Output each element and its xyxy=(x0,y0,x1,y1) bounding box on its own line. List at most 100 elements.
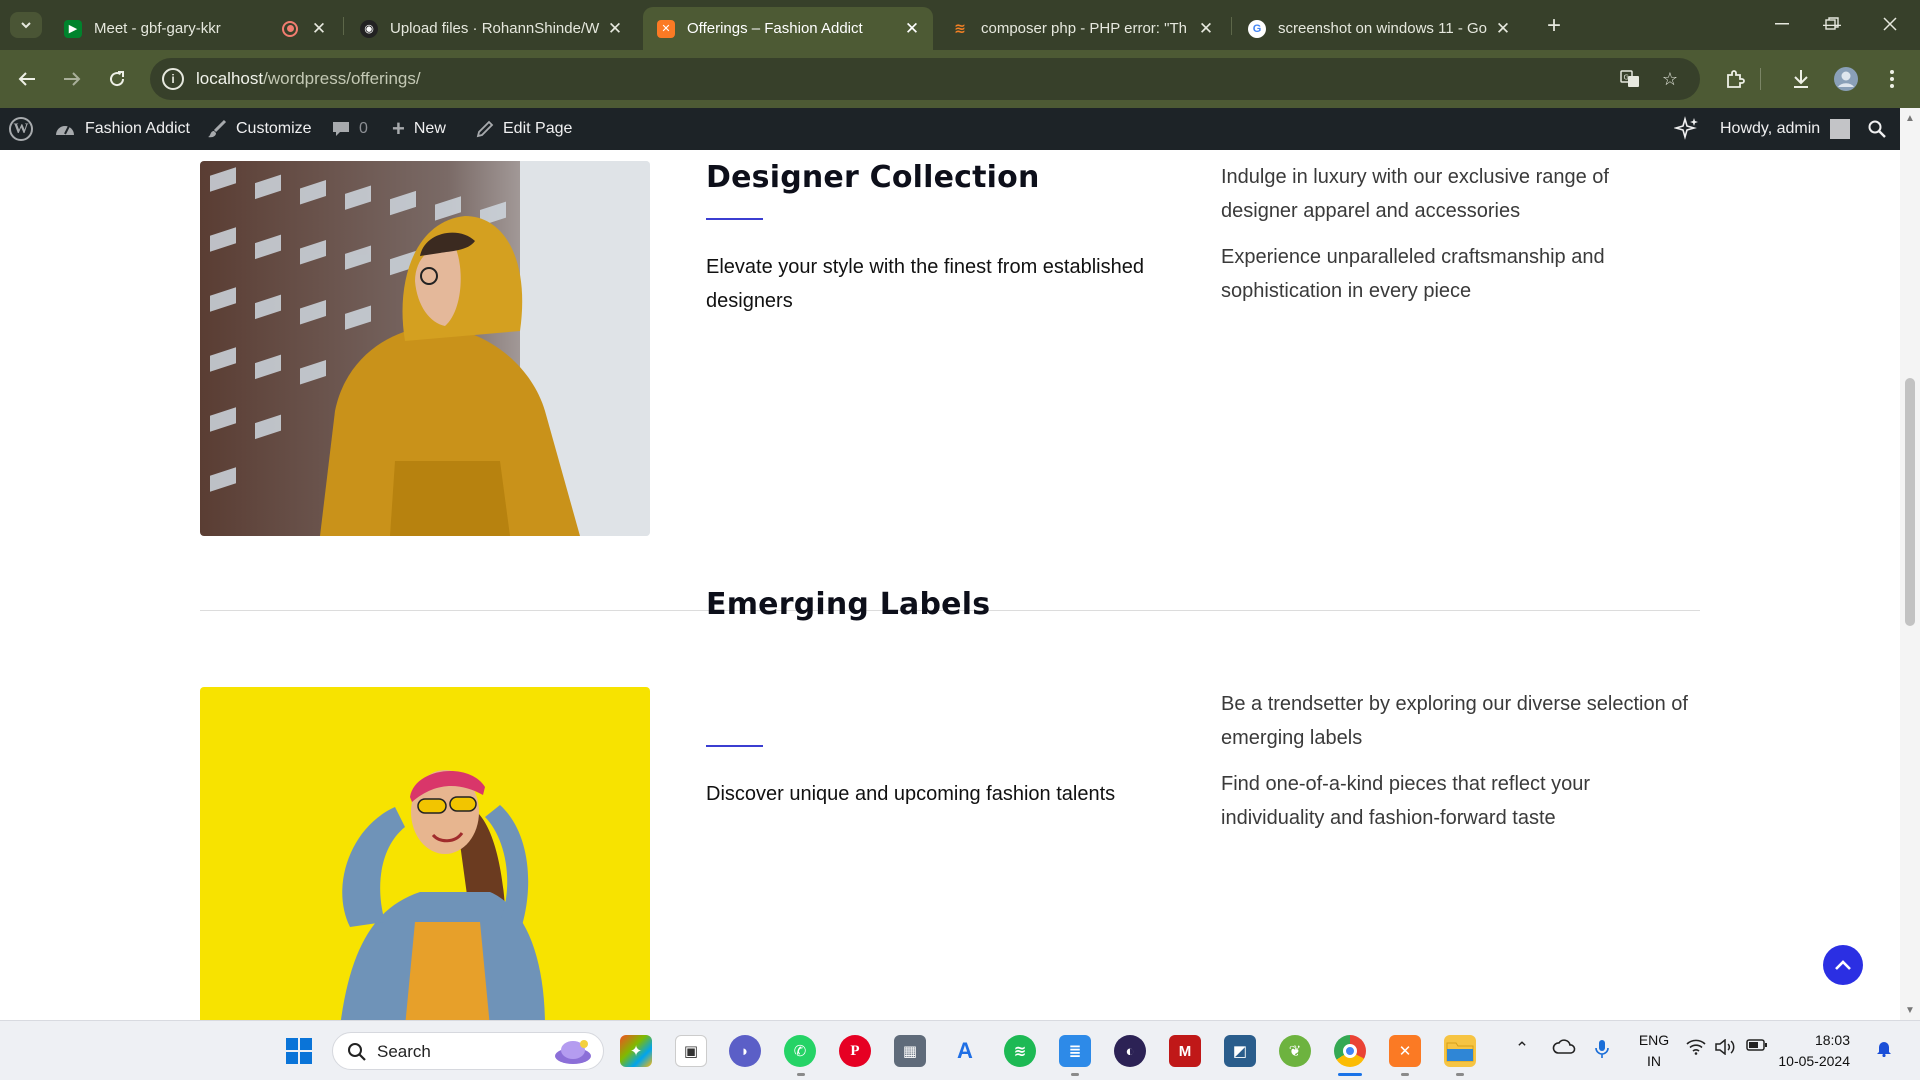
page-scrollbar[interactable]: ▲ ▼ xyxy=(1900,108,1920,1020)
paintbrush-icon xyxy=(207,119,227,139)
tab-meet[interactable]: ▶ Meet - gbf-gary-kkr ✕ xyxy=(50,7,340,50)
url-text[interactable]: localhost/wordpress/offerings/ xyxy=(196,69,421,89)
comments-link[interactable]: 0 xyxy=(332,108,368,150)
sparkle-icon xyxy=(1674,116,1698,140)
minimize-icon xyxy=(1775,23,1789,25)
spring-tools-app[interactable]: ❦ xyxy=(1279,1035,1311,1067)
start-button[interactable] xyxy=(283,1035,315,1067)
close-tab-icon[interactable]: ✕ xyxy=(604,18,626,40)
arrow-right-icon xyxy=(64,72,81,86)
ai-assistant-button[interactable] xyxy=(1674,108,1700,150)
xampp-app[interactable]: ✕ xyxy=(1389,1035,1421,1067)
volume-icon[interactable] xyxy=(1714,1039,1738,1055)
section-point: Indulge in luxury with our exclusive ran… xyxy=(1221,166,1609,222)
pencil-icon xyxy=(476,120,494,138)
close-tab-icon[interactable]: ✕ xyxy=(1195,18,1217,40)
tab-github[interactable]: ◉ Upload files · RohannShinde/W ✕ xyxy=(346,7,636,50)
eclipse-app[interactable]: ◐ xyxy=(1114,1035,1146,1067)
restore-icon xyxy=(1825,17,1839,30)
scrollbar-thumb[interactable] xyxy=(1905,378,1915,626)
close-tab-icon[interactable]: ✕ xyxy=(308,18,330,40)
translate-icon[interactable]: G xyxy=(1618,68,1642,90)
customize-link[interactable]: Customize xyxy=(207,108,312,150)
calculator-app[interactable]: ▦ xyxy=(894,1035,926,1067)
minimize-window-button[interactable] xyxy=(1762,8,1802,40)
reload-button[interactable] xyxy=(102,64,132,94)
customize-label: Customize xyxy=(236,120,312,137)
onedrive-cloud-icon[interactable] xyxy=(1550,1039,1578,1055)
tab-title: composer php - PHP error: "Th xyxy=(981,20,1187,37)
back-to-top-button[interactable] xyxy=(1823,945,1863,985)
copilot-preview-app[interactable]: ✦ xyxy=(620,1035,652,1067)
section-points: Indulge in luxury with our exclusive ran… xyxy=(1221,160,1691,308)
tab-search-button[interactable] xyxy=(10,12,42,38)
my-account-menu[interactable]: Howdy, admin xyxy=(1720,108,1851,150)
file-explorer-app[interactable] xyxy=(1444,1035,1476,1067)
tab-stackoverflow[interactable]: ≋ composer php - PHP error: "Th ✕ xyxy=(937,7,1227,50)
battery-icon[interactable] xyxy=(1744,1039,1770,1051)
back-button[interactable] xyxy=(12,64,42,94)
close-tab-icon[interactable]: ✕ xyxy=(901,18,923,40)
language-indicator[interactable]: ENG IN xyxy=(1636,1030,1672,1072)
whatsapp-app[interactable]: ✆ xyxy=(784,1035,816,1067)
mysql-workbench-app[interactable]: ◩ xyxy=(1224,1035,1256,1067)
spotify-app[interactable]: ≋ xyxy=(1004,1035,1036,1067)
section-point: Experience unparalleled craftsmanship an… xyxy=(1221,246,1605,302)
edit-page-link[interactable]: Edit Page xyxy=(476,108,572,150)
download-icon xyxy=(1794,70,1808,88)
tab-offerings[interactable]: ✕ Offerings – Fashion Addict ✕ xyxy=(643,7,933,50)
search-icon xyxy=(348,1043,366,1061)
url-path: /wordpress/offerings/ xyxy=(263,69,421,88)
profile-button[interactable] xyxy=(1831,64,1861,94)
xampp-icon: ✕ xyxy=(657,19,675,38)
bookmark-star-icon[interactable]: ☆ xyxy=(1658,68,1682,90)
section-point: Find one-of-a-kind pieces that reflect y… xyxy=(1221,773,1591,829)
close-icon xyxy=(1883,17,1897,31)
tab-separator xyxy=(1231,17,1232,35)
chevron-up-icon[interactable]: ⌃ xyxy=(1512,1039,1532,1059)
app-store-app[interactable]: A xyxy=(949,1035,981,1067)
plus-icon: + xyxy=(392,116,405,141)
browser-menu-button[interactable] xyxy=(1877,64,1907,94)
system-clock[interactable]: 18:03 10-05-2024 xyxy=(1778,1030,1850,1072)
extensions-button[interactable] xyxy=(1720,64,1750,94)
tab-google-search[interactable]: G screenshot on windows 11 - Go ✕ xyxy=(1234,7,1524,50)
wifi-icon[interactable] xyxy=(1684,1039,1708,1055)
restore-window-button[interactable] xyxy=(1812,8,1852,40)
running-indicator xyxy=(1456,1073,1464,1076)
forward-button[interactable] xyxy=(57,64,87,94)
active-indicator xyxy=(1338,1073,1362,1076)
pinterest-app[interactable]: P xyxy=(839,1035,871,1067)
search-highlight-icon xyxy=(555,1040,591,1064)
close-window-button[interactable] xyxy=(1870,8,1910,40)
running-indicator xyxy=(1071,1073,1079,1076)
wp-logo-menu[interactable]: W xyxy=(9,108,33,150)
scroll-up-arrow-icon[interactable]: ▲ xyxy=(1904,112,1916,124)
task-view-app[interactable]: ▣ xyxy=(675,1035,707,1067)
notification-bell-icon[interactable] xyxy=(1872,1039,1896,1057)
close-tab-icon[interactable]: ✕ xyxy=(1492,18,1514,40)
taskbar-search-box[interactable]: Search xyxy=(332,1032,604,1070)
admin-search-button[interactable] xyxy=(1868,108,1886,150)
section-heading: Emerging Labels xyxy=(706,587,991,622)
emerging-labels-image xyxy=(200,687,650,1020)
tab-title: Upload files · RohannShinde/W xyxy=(390,20,600,37)
mcafee-app[interactable]: M xyxy=(1169,1035,1201,1067)
dashboard-gauge-icon xyxy=(54,120,76,138)
downloads-button[interactable] xyxy=(1786,64,1816,94)
howdy-label: Howdy, admin xyxy=(1720,120,1821,137)
new-tab-button[interactable]: + xyxy=(1540,12,1568,40)
wordpress-icon: W xyxy=(9,117,33,141)
scroll-down-arrow-icon[interactable]: ▼ xyxy=(1904,1004,1916,1016)
teams-chat-app[interactable]: ◗ xyxy=(729,1035,761,1067)
address-bar[interactable]: i localhost/wordpress/offerings/ G ☆ xyxy=(150,58,1700,100)
search-label: Search xyxy=(377,1042,431,1061)
new-content-menu[interactable]: + New xyxy=(392,108,446,150)
site-name-menu[interactable]: Fashion Addict xyxy=(54,108,190,150)
site-info-icon[interactable]: i xyxy=(162,68,184,90)
notepad-app[interactable]: ≣ xyxy=(1059,1035,1091,1067)
windows-taskbar: Search ✦ ▣ ◗ ✆ P ▦ A ≋ ≣ ◐ M ◩ ❦ ✕ ⌃ ENG… xyxy=(0,1020,1920,1080)
microphone-icon[interactable] xyxy=(1592,1039,1612,1059)
clock-date: 10-05-2024 xyxy=(1778,1053,1850,1069)
chrome-app[interactable] xyxy=(1334,1035,1366,1067)
